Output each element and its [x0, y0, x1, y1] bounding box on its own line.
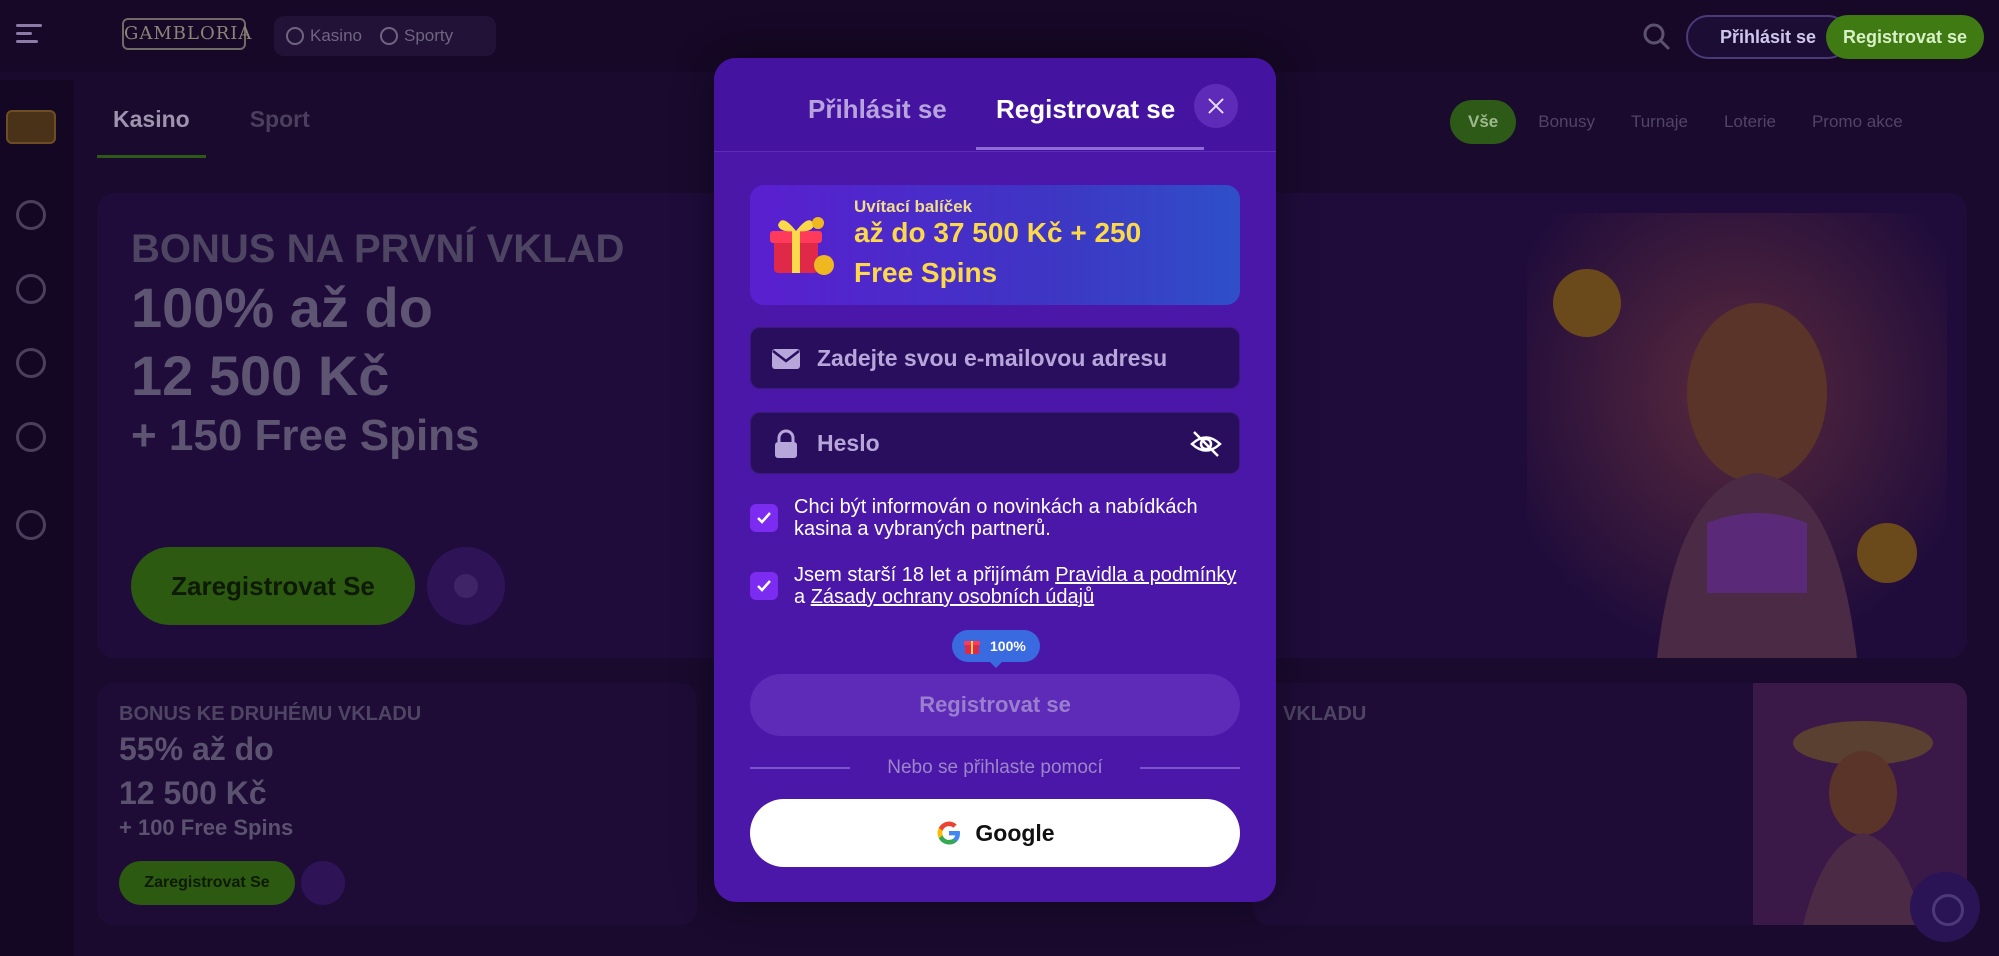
active-tab-indicator	[976, 147, 1204, 150]
privacy-link[interactable]: Zásady ochrany osobních údajů	[811, 586, 1095, 608]
auth-modal: Přihlásit se Registrovat se Uvítací balí…	[714, 58, 1276, 902]
check-icon	[757, 580, 771, 592]
modal-header: Přihlásit se Registrovat se	[714, 58, 1276, 152]
age-terms-checkbox[interactable]	[750, 572, 778, 600]
password-input[interactable]	[817, 413, 1197, 473]
register-submit-button[interactable]: Registrovat se	[750, 674, 1240, 736]
welcome-package-banner: Uvítací balíček až do 37 500 Kč + 250 Fr…	[750, 185, 1240, 305]
email-input[interactable]	[817, 328, 1197, 388]
close-icon[interactable]	[1194, 84, 1238, 128]
tab-login[interactable]: Přihlásit se	[808, 94, 947, 125]
gift-icon	[964, 641, 980, 654]
eye-off-icon[interactable]	[1189, 427, 1223, 461]
terms-link[interactable]: Pravidla a podmínky	[1055, 564, 1236, 586]
age-terms-text: Jsem starší 18 let a přijímám	[794, 564, 1056, 586]
age-terms-label: Jsem starší 18 let a přijímám Pravidla a…	[794, 564, 1244, 608]
google-label: Google	[975, 819, 1055, 846]
news-consent-label: Chci být informován o novinkách a nabídk…	[794, 496, 1198, 540]
tab-register[interactable]: Registrovat se	[996, 94, 1175, 125]
promo-line2: Free Spins	[854, 257, 998, 288]
google-login-button[interactable]: Google	[750, 799, 1240, 867]
divider-line	[1140, 767, 1240, 769]
promo-line1: až do 37 500 Kč + 250	[854, 217, 1142, 248]
google-icon	[937, 821, 961, 845]
password-field	[750, 412, 1240, 474]
divider: Nebo se přihlaste pomocí	[750, 756, 1240, 780]
mail-icon	[772, 349, 800, 369]
age-terms-text: a	[794, 586, 811, 608]
lock-icon	[775, 429, 797, 458]
check-icon	[757, 512, 771, 524]
news-consent-checkbox[interactable]	[750, 504, 778, 532]
promo-label: Uvítací balíček	[854, 197, 973, 216]
bonus-progress-badge: 100%	[952, 630, 1040, 668]
bonus-progress-value: 100%	[990, 638, 1026, 654]
email-field	[750, 327, 1240, 389]
gift-icon	[770, 217, 834, 275]
